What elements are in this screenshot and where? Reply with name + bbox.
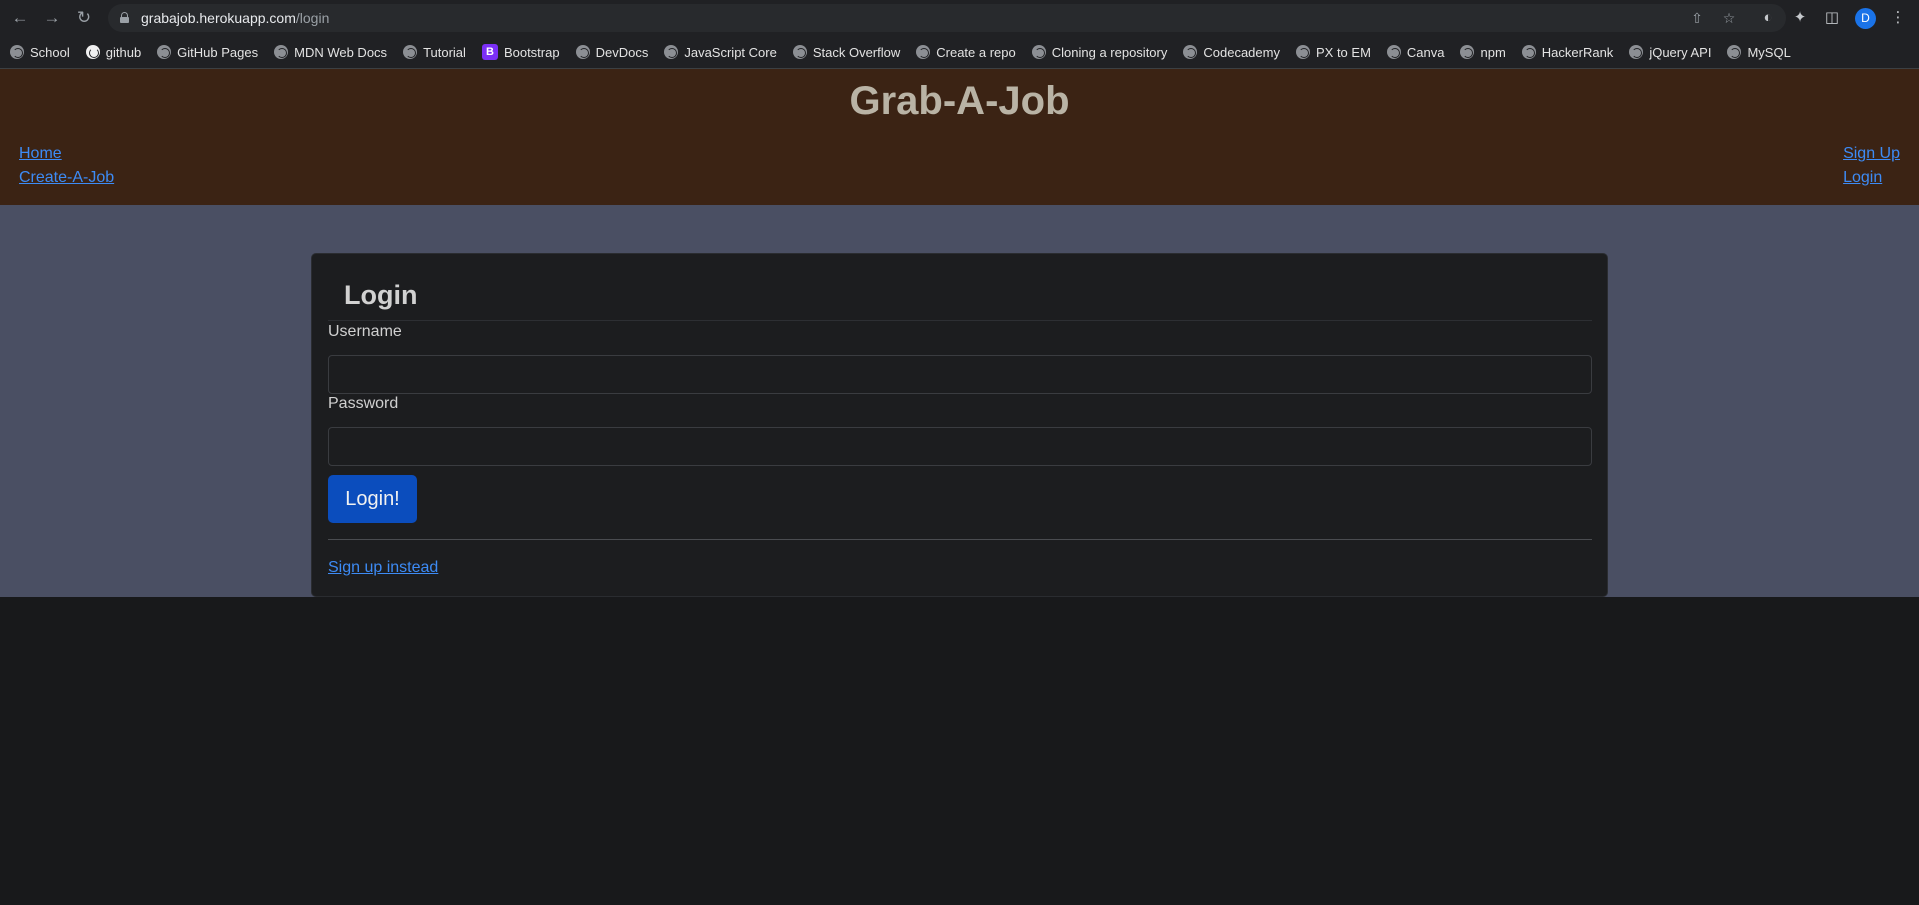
bookmark-create-repo[interactable]: Create a repo bbox=[916, 45, 1016, 60]
globe-icon bbox=[1295, 45, 1310, 59]
globe-icon bbox=[10, 45, 24, 59]
username-label: Username bbox=[328, 323, 402, 340]
bookmark-label: Codecademy bbox=[1203, 44, 1280, 60]
globe-icon bbox=[157, 45, 172, 59]
profile-avatar[interactable]: D bbox=[1855, 8, 1876, 29]
bookmark-label: GitHub Pages bbox=[177, 44, 259, 60]
side-panel-icon[interactable]: ◫ bbox=[1822, 8, 1842, 28]
bookmark-cloning-repo[interactable]: Cloning a repository bbox=[1031, 44, 1168, 60]
bookmark-label: jQuery API bbox=[1649, 44, 1712, 60]
share-icon[interactable]: ⇧ bbox=[1688, 9, 1706, 27]
bookmark-github-pages[interactable]: GitHub Pages bbox=[157, 45, 258, 60]
globe-icon bbox=[1031, 45, 1046, 59]
globe-icon bbox=[1629, 45, 1644, 59]
login-card: Login Username Password Login! Sign up i… bbox=[311, 253, 1608, 597]
globe-icon bbox=[403, 45, 418, 59]
globe-icon bbox=[664, 45, 679, 59]
username-input[interactable] bbox=[328, 355, 1592, 394]
password-input[interactable] bbox=[328, 427, 1592, 466]
bookmark-github[interactable]: github bbox=[85, 44, 142, 60]
form-divider bbox=[328, 539, 1592, 540]
globe-icon bbox=[1183, 45, 1198, 59]
bookmark-label: PX to EM bbox=[1315, 44, 1371, 60]
nav-left: Home Create-A-Job bbox=[19, 144, 114, 187]
title-divider bbox=[328, 320, 1592, 321]
globe-icon bbox=[1727, 45, 1742, 59]
bootstrap-icon: B bbox=[481, 44, 498, 60]
bookmark-label: School bbox=[30, 44, 70, 60]
bookmark-npm[interactable]: npm bbox=[1460, 44, 1506, 60]
globe-icon bbox=[792, 45, 807, 59]
bookmark-canva[interactable]: Canva bbox=[1386, 44, 1445, 60]
bookmark-codecademy[interactable]: Codecademy bbox=[1183, 45, 1280, 60]
github-icon bbox=[85, 45, 100, 59]
bookmark-devdocs[interactable]: DevDocs bbox=[575, 44, 649, 60]
bookmark-label: Canva bbox=[1406, 44, 1445, 60]
sign-up-instead-link[interactable]: Sign up instead bbox=[328, 559, 438, 577]
bookmark-jquery-api[interactable]: jQuery API bbox=[1629, 45, 1711, 60]
globe-icon bbox=[1386, 45, 1401, 59]
nav-create-a-job-link[interactable]: Create-A-Job bbox=[19, 168, 114, 187]
bookmark-hackerrank[interactable]: HackerRank bbox=[1521, 44, 1614, 60]
reload-icon[interactable]: ↻ bbox=[74, 8, 94, 28]
lock-icon[interactable] bbox=[120, 12, 129, 23]
bookmark-label: Create a repo bbox=[936, 44, 1016, 60]
bookmark-label: github bbox=[105, 44, 142, 60]
bookmark-label: MDN Web Docs bbox=[294, 44, 388, 60]
password-label: Password bbox=[328, 395, 399, 412]
nav-home-link[interactable]: Home bbox=[19, 144, 114, 163]
bookmark-label: MySQL bbox=[1747, 44, 1791, 60]
url-host: grabajob.herokuapp.com bbox=[141, 10, 296, 26]
bookmark-javascript-core[interactable]: JavaScript Core bbox=[664, 44, 777, 60]
bookmark-label: Bootstrap bbox=[503, 44, 560, 60]
forward-arrow-icon[interactable]: → bbox=[42, 8, 62, 28]
globe-icon bbox=[274, 45, 289, 59]
bookmark-stack-overflow[interactable]: Stack Overflow bbox=[792, 44, 901, 60]
bookmark-px-to-em[interactable]: PX to EM bbox=[1295, 44, 1371, 60]
url-text[interactable]: grabajob.herokuapp.com/login bbox=[141, 10, 329, 26]
bookmark-tutorial[interactable]: Tutorial bbox=[403, 45, 466, 60]
bookmark-label: DevDocs bbox=[595, 44, 649, 60]
back-arrow-icon[interactable]: ← bbox=[10, 8, 30, 28]
bookmarks-bar: School github GitHub Pages MDN Web Docs … bbox=[0, 36, 1919, 69]
bookmark-bootstrap[interactable]: B Bootstrap bbox=[481, 44, 560, 60]
bookmark-label: JavaScript Core bbox=[684, 44, 777, 60]
menu-kebab-icon[interactable]: ⋮ bbox=[1888, 8, 1908, 28]
bookmark-school[interactable]: School bbox=[10, 45, 70, 60]
login-submit-button[interactable]: Login! bbox=[328, 475, 417, 523]
bookmark-label: Stack Overflow bbox=[812, 44, 901, 60]
puzzle-extensions-icon[interactable]: ✦ bbox=[1790, 8, 1810, 28]
nav-sign-up-link[interactable]: Sign Up bbox=[1843, 144, 1900, 163]
nav-login-link[interactable]: Login bbox=[1843, 168, 1882, 187]
globe-icon bbox=[1460, 45, 1475, 59]
address-bar[interactable]: grabajob.herokuapp.com/login ⇧ ☆ bbox=[108, 4, 1786, 32]
bookmark-label: HackerRank bbox=[1541, 44, 1614, 60]
bookmark-mysql[interactable]: MySQL bbox=[1727, 44, 1791, 60]
login-title: Login bbox=[344, 280, 418, 310]
bookmark-label: Tutorial bbox=[423, 44, 466, 60]
bookmark-label: npm bbox=[1480, 44, 1506, 60]
bookmark-star-icon[interactable]: ☆ bbox=[1720, 9, 1738, 27]
site-header: Grab-A-Job Home Create-A-Job Sign Up Log… bbox=[0, 69, 1919, 205]
globe-icon bbox=[916, 45, 931, 59]
bookmark-mdn[interactable]: MDN Web Docs bbox=[274, 45, 387, 60]
nav-right: Sign Up Login bbox=[1843, 144, 1900, 187]
browser-toolbar: ← → ↻ grabajob.herokuapp.com/login ⇧ ☆ ◐… bbox=[0, 0, 1919, 36]
globe-icon bbox=[575, 45, 590, 59]
url-path: /login bbox=[295, 10, 330, 26]
site-title: Grab-A-Job bbox=[849, 79, 1070, 123]
extension-glasses-icon[interactable]: ◐ bbox=[1758, 8, 1778, 28]
bookmark-label: Cloning a repository bbox=[1051, 44, 1168, 60]
globe-icon bbox=[1521, 45, 1536, 59]
